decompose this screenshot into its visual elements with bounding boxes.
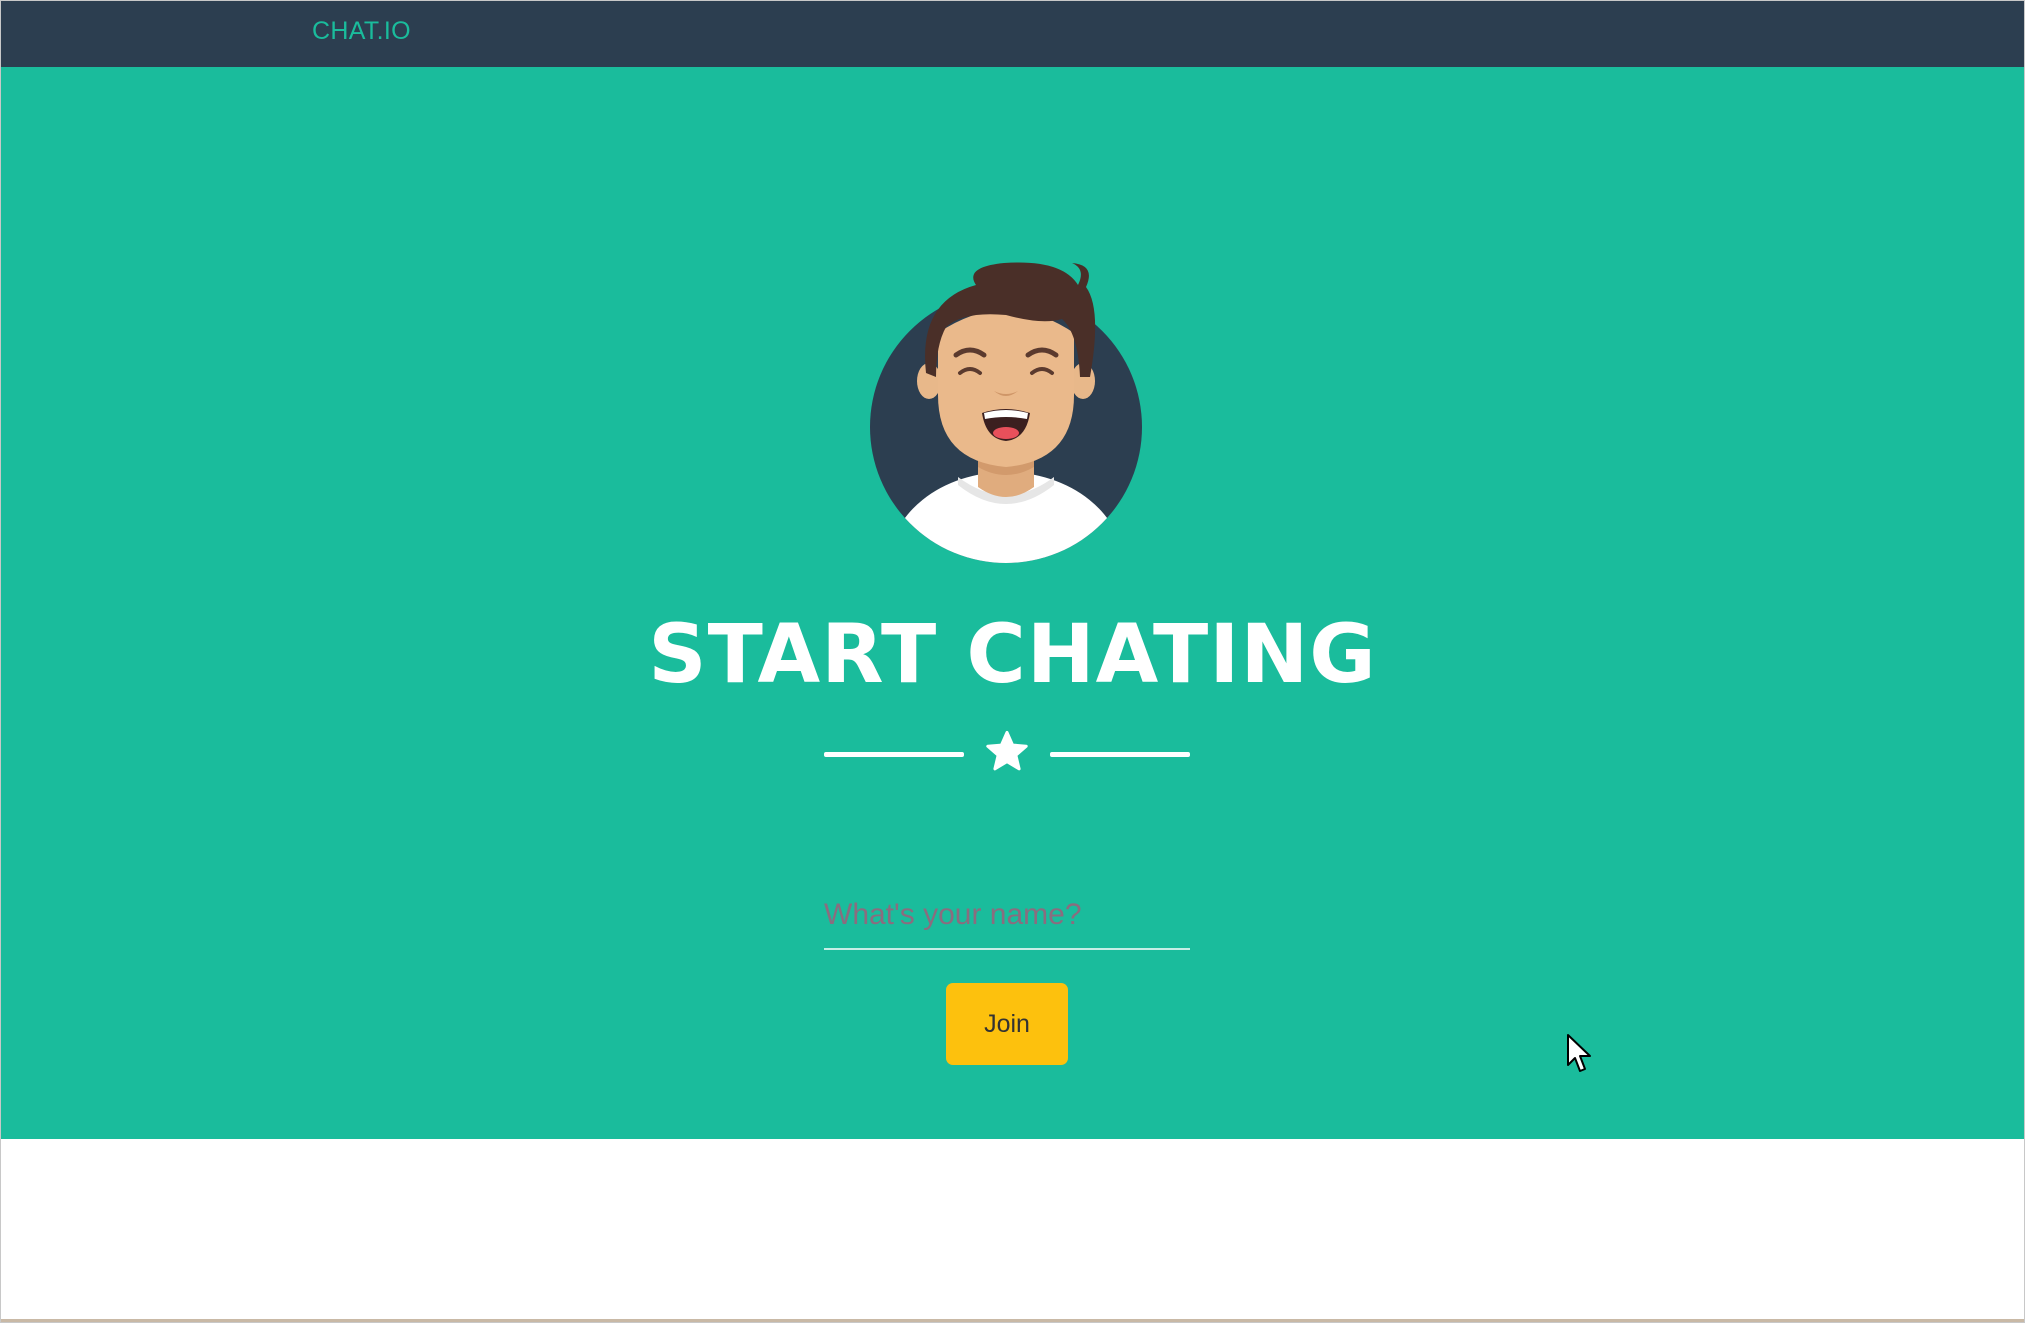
top-navbar: CHAT.IO (1, 1, 2024, 67)
divider-line-right (1050, 752, 1190, 757)
browser-viewport: CHAT.IO START CHATING What's your name? … (0, 0, 2025, 1323)
brand-link[interactable]: CHAT.IO (312, 17, 411, 46)
hero-section: START CHATING Join (1, 67, 2024, 1139)
page-title: START CHATING (648, 608, 1377, 702)
window-bottom-edge (1, 1319, 2024, 1322)
name-input[interactable] (824, 882, 1190, 950)
divider-line-left (824, 752, 964, 757)
star-divider (824, 729, 1190, 781)
star-icon (986, 730, 1028, 771)
join-button[interactable]: Join (946, 983, 1068, 1065)
avatar-icon (870, 262, 1142, 563)
